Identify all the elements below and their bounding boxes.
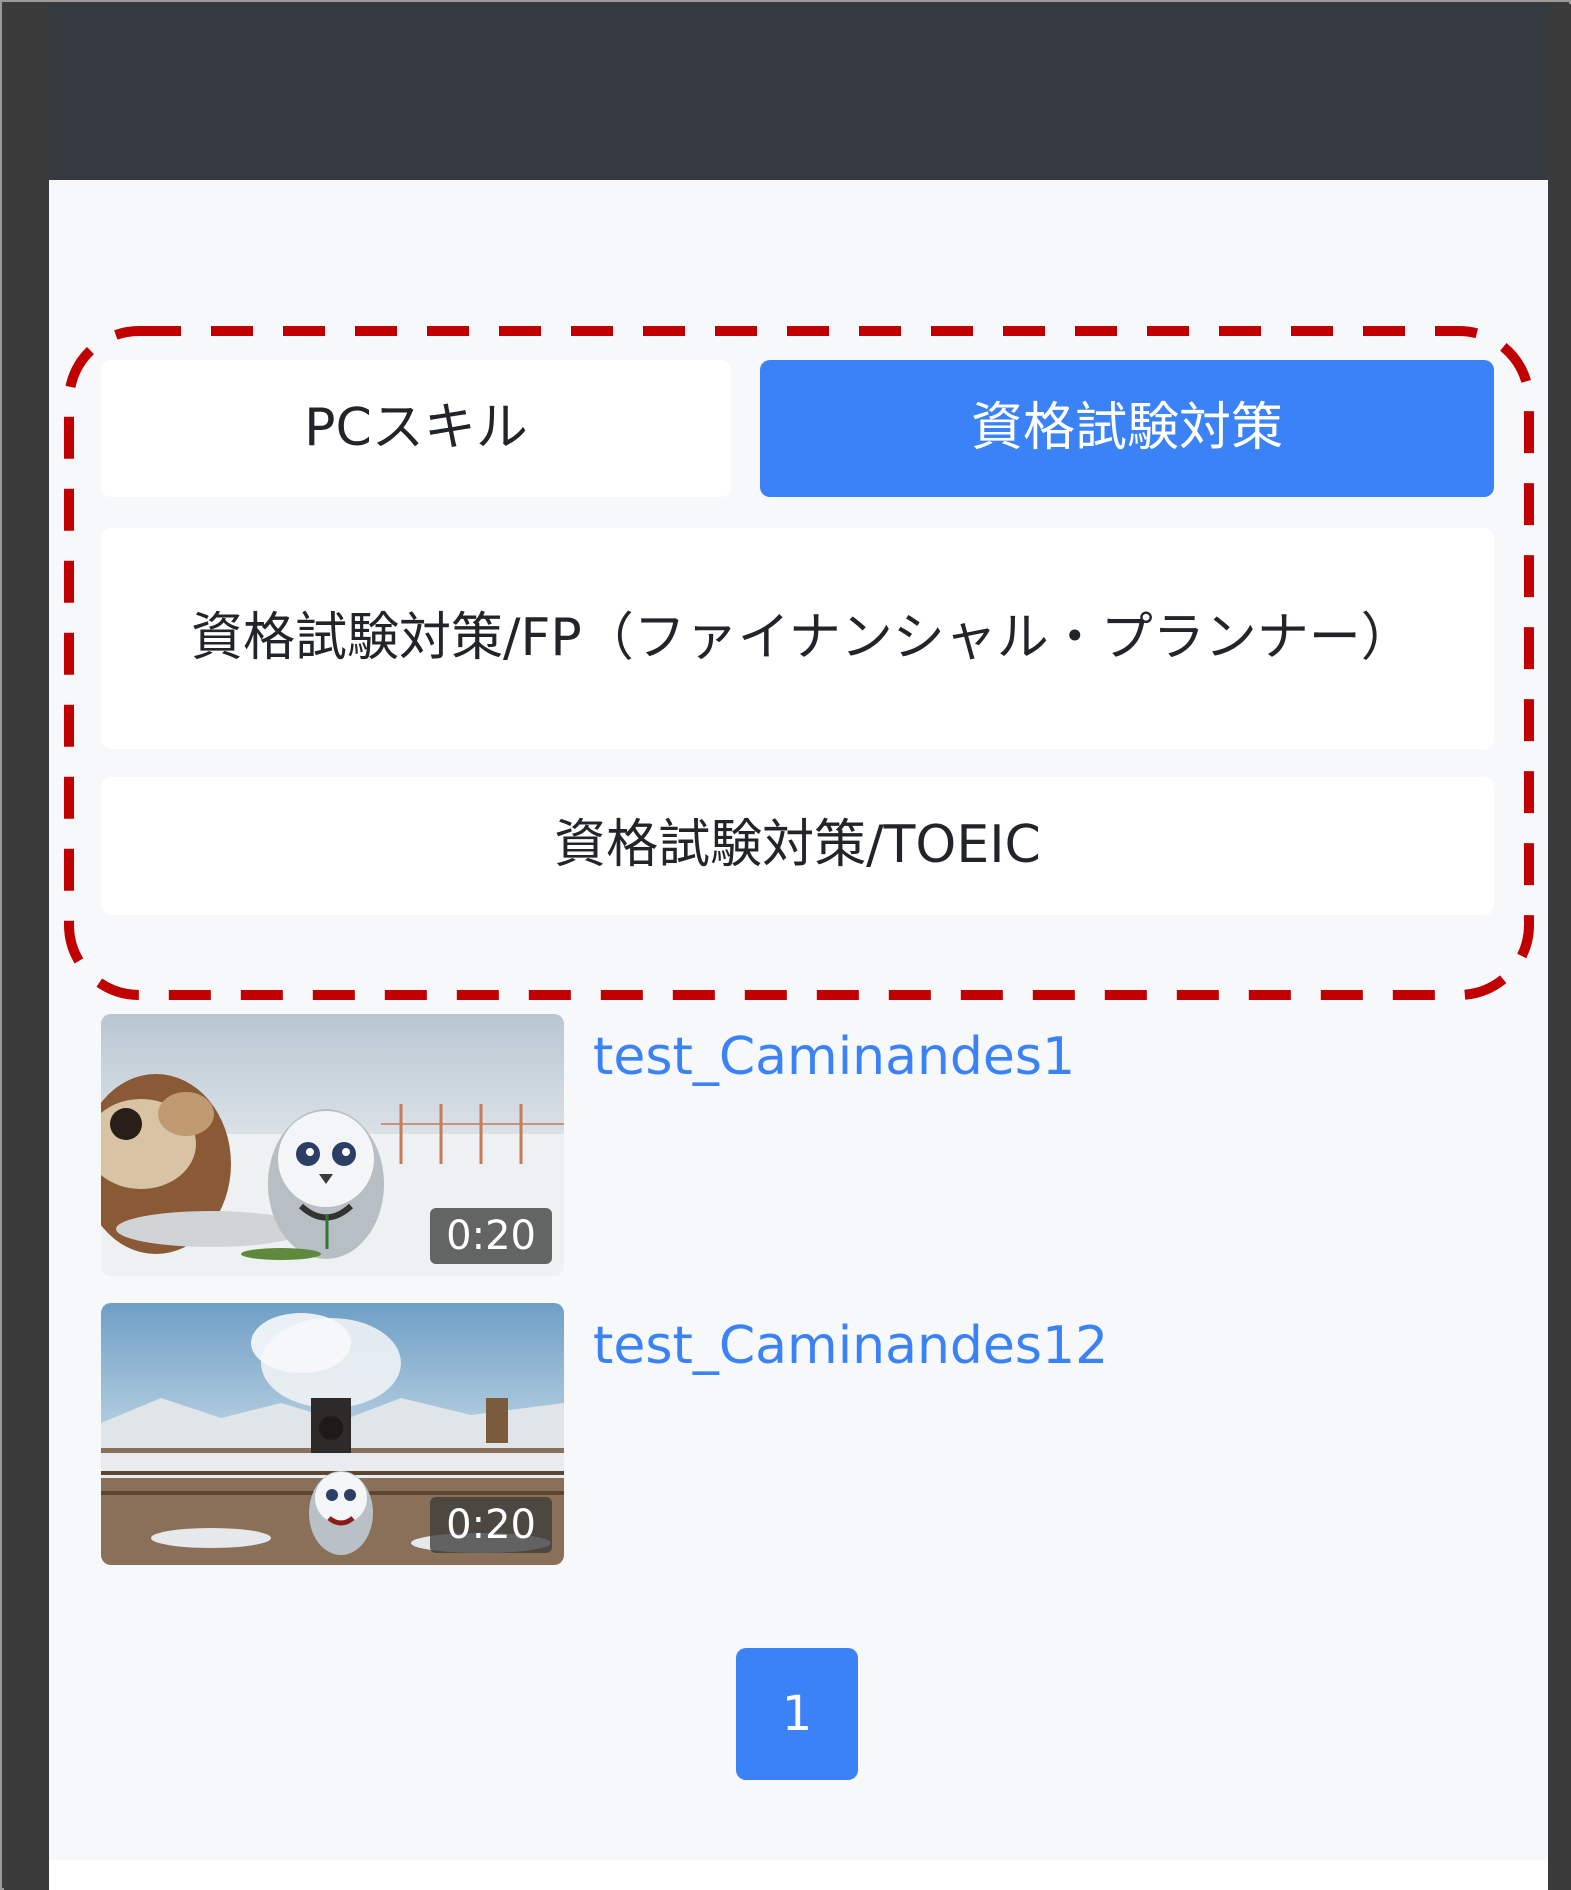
tab-pc-skill[interactable]: PCスキル bbox=[101, 360, 731, 497]
left-edge bbox=[4, 4, 49, 1890]
video-item[interactable]: 0:20 test_Caminandes12 bbox=[101, 1303, 1494, 1565]
browser-frame bbox=[0, 0, 1571, 1890]
tab-pc-skill-label: PCスキル bbox=[304, 397, 528, 458]
pagination-page-label: 1 bbox=[781, 1686, 813, 1742]
right-edge bbox=[1548, 4, 1571, 1890]
video-title-link[interactable]: test_Caminandes12 bbox=[593, 1313, 1108, 1381]
subcategory-fp[interactable]: 資格試験対策/FP（ファイナンシャル・プランナー） bbox=[101, 528, 1494, 749]
bottom-band bbox=[49, 1860, 1548, 1890]
video-thumbnail[interactable]: 0:20 bbox=[101, 1014, 564, 1276]
video-title-link[interactable]: test_Caminandes1 bbox=[593, 1024, 1075, 1092]
video-thumbnail[interactable]: 0:20 bbox=[101, 1303, 564, 1565]
video-duration: 0:20 bbox=[430, 1208, 552, 1264]
subcategory-toeic-label: 資格試験対策/TOEIC bbox=[554, 815, 1041, 876]
tab-exam-prep-label: 資格試験対策 bbox=[970, 397, 1283, 458]
pagination-page-1[interactable]: 1 bbox=[736, 1648, 858, 1780]
top-navbar bbox=[49, 4, 1548, 180]
video-duration: 0:20 bbox=[430, 1497, 552, 1553]
tab-exam-prep[interactable]: 資格試験対策 bbox=[760, 360, 1494, 497]
subcategory-toeic[interactable]: 資格試験対策/TOEIC bbox=[101, 777, 1494, 915]
subcategory-fp-label: 資格試験対策/FP（ファイナンシャル・プランナー） bbox=[191, 607, 1413, 668]
video-item[interactable]: 0:20 test_Caminandes1 bbox=[101, 1014, 1494, 1276]
